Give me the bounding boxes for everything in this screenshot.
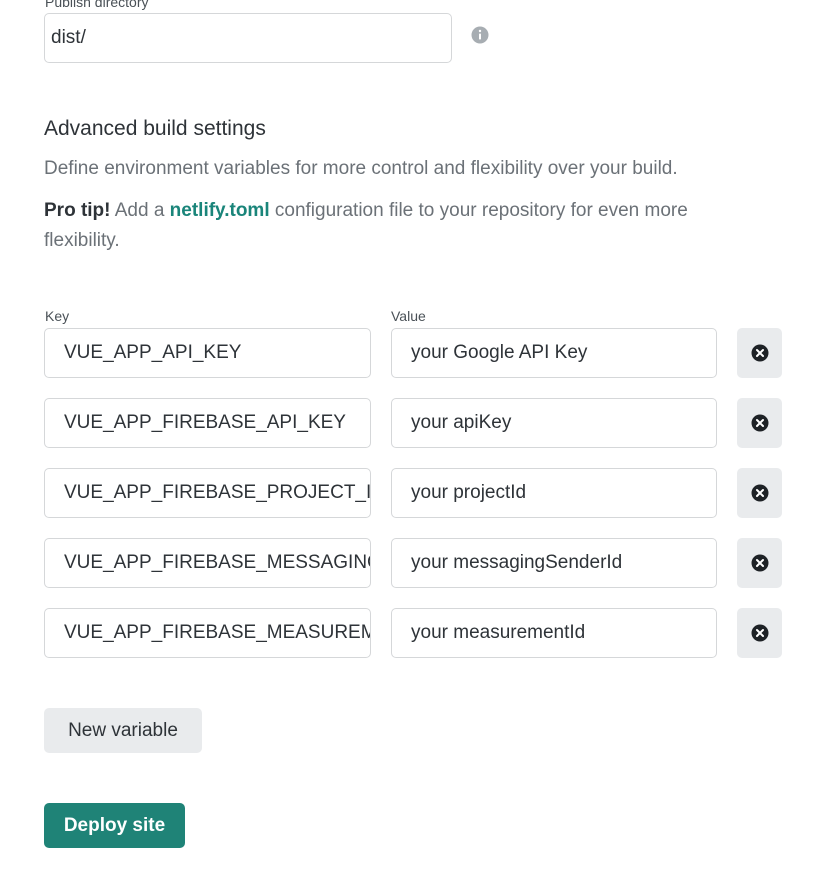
new-variable-button[interactable]: New variable [44,708,202,753]
env-var-key-input[interactable]: VUE_APP_FIREBASE_API_KEY [44,398,371,448]
env-var-value-input[interactable]: your messagingSenderId [391,538,717,588]
env-var-key-input[interactable]: VUE_APP_API_KEY [44,328,371,378]
remove-variable-button[interactable] [737,538,782,588]
key-column-label: Key [45,308,70,324]
env-var-key-input[interactable]: VUE_APP_FIREBASE_PROJECT_ID [44,468,371,518]
deploy-settings-page: Publish directory dist/ Advanced build s… [0,0,823,890]
pro-tip-before: Add a [110,200,170,221]
pro-tip-text: Pro tip! Add a netlify.toml configuratio… [44,196,764,256]
env-var-key-input[interactable]: VUE_APP_FIREBASE_MEASUREMENT_ID [44,608,371,658]
netlify-toml-link[interactable]: netlify.toml [170,200,270,221]
env-var-value-input[interactable]: your projectId [391,468,717,518]
advanced-build-settings-title: Advanced build settings [44,117,266,140]
close-circle-icon [751,624,769,642]
env-var-value-input[interactable]: your Google API Key [391,328,717,378]
env-var-value-input[interactable]: your apiKey [391,398,717,448]
remove-variable-button[interactable] [737,608,782,658]
pro-tip-label: Pro tip! [44,200,111,221]
value-column-label: Value [391,308,426,324]
remove-variable-button[interactable] [737,328,782,378]
close-circle-icon [751,344,769,362]
close-circle-icon [751,554,769,572]
close-circle-icon [751,414,769,432]
close-circle-icon [751,484,769,502]
publish-directory-input[interactable]: dist/ [44,13,452,63]
deploy-site-button[interactable]: Deploy site [44,803,185,848]
env-var-key-input[interactable]: VUE_APP_FIREBASE_MESSAGING_SENDER_ID [44,538,371,588]
publish-directory-value: dist/ [51,27,86,48]
remove-variable-button[interactable] [737,398,782,448]
env-var-value-input[interactable]: your measurementId [391,608,717,658]
advanced-build-settings-description: Define environment variables for more co… [44,158,678,179]
remove-variable-button[interactable] [737,468,782,518]
publish-directory-label: Publish directory [45,0,149,10]
info-icon[interactable] [471,26,489,44]
